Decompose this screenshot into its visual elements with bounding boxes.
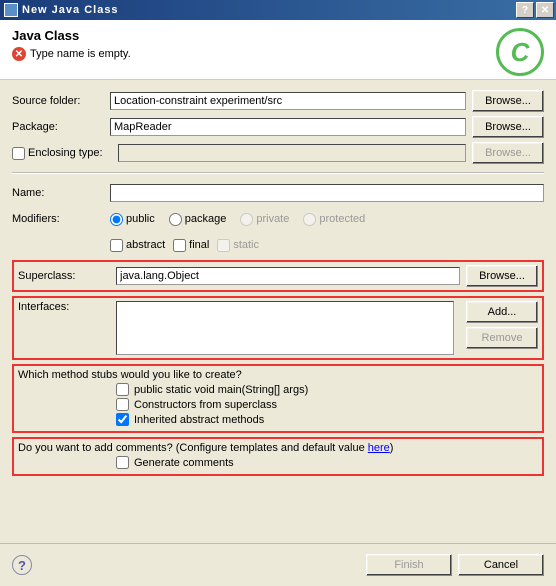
finish-button: Finish <box>366 554 452 576</box>
modifier-package-radio[interactable] <box>169 213 182 226</box>
modifier-protected-radio <box>303 213 316 226</box>
modifier-final-checkbox[interactable] <box>173 239 186 252</box>
close-button[interactable]: ✕ <box>536 2 554 18</box>
stub-main-checkbox[interactable] <box>116 383 129 396</box>
configure-here-link[interactable]: here <box>368 442 390 454</box>
superclass-browse-button[interactable]: Browse... <box>466 265 538 287</box>
interfaces-add-button[interactable]: Add... <box>466 301 538 323</box>
help-icon[interactable]: ? <box>12 555 32 575</box>
app-icon <box>4 3 18 17</box>
enclosing-type-browse-button: Browse... <box>472 142 544 164</box>
cancel-button[interactable]: Cancel <box>458 554 544 576</box>
package-browse-button[interactable]: Browse... <box>472 116 544 138</box>
name-input[interactable] <box>110 184 544 202</box>
stub-inherited-checkbox[interactable] <box>116 413 129 426</box>
error-icon: ✕ <box>12 47 26 61</box>
error-text: Type name is empty. <box>30 48 131 60</box>
enclosing-type-input <box>118 144 466 162</box>
page-title: Java Class <box>12 28 131 43</box>
superclass-input[interactable] <box>116 267 460 285</box>
interfaces-label: Interfaces: <box>18 301 116 313</box>
interfaces-remove-button: Remove <box>466 327 538 349</box>
class-wizard-icon: C <box>496 28 544 76</box>
modifier-static-checkbox <box>217 239 230 252</box>
modifier-private-radio <box>240 213 253 226</box>
stub-constructors-checkbox[interactable] <box>116 398 129 411</box>
enclosing-type-label: Enclosing type: <box>28 147 103 159</box>
comments-question: Do you want to add comments? (Configure … <box>18 442 538 454</box>
wizard-header: Java Class ✕ Type name is empty. C <box>0 20 556 80</box>
superclass-label: Superclass: <box>18 270 116 282</box>
name-label: Name: <box>12 187 110 199</box>
stub-question: Which method stubs would you like to cre… <box>18 369 538 381</box>
help-button[interactable]: ? <box>516 2 534 18</box>
source-folder-browse-button[interactable]: Browse... <box>472 90 544 112</box>
source-folder-label: Source folder: <box>12 95 110 107</box>
source-folder-input[interactable] <box>110 92 466 110</box>
window-title: New Java Class <box>22 4 514 16</box>
modifier-abstract-checkbox[interactable] <box>110 239 123 252</box>
titlebar: New Java Class ? ✕ <box>0 0 556 20</box>
package-input[interactable] <box>110 118 466 136</box>
modifier-public-radio[interactable] <box>110 213 123 226</box>
generate-comments-checkbox[interactable] <box>116 456 129 469</box>
interfaces-list[interactable] <box>116 301 454 355</box>
package-label: Package: <box>12 121 110 133</box>
modifiers-label: Modifiers: <box>12 213 110 225</box>
enclosing-type-checkbox[interactable] <box>12 147 25 160</box>
